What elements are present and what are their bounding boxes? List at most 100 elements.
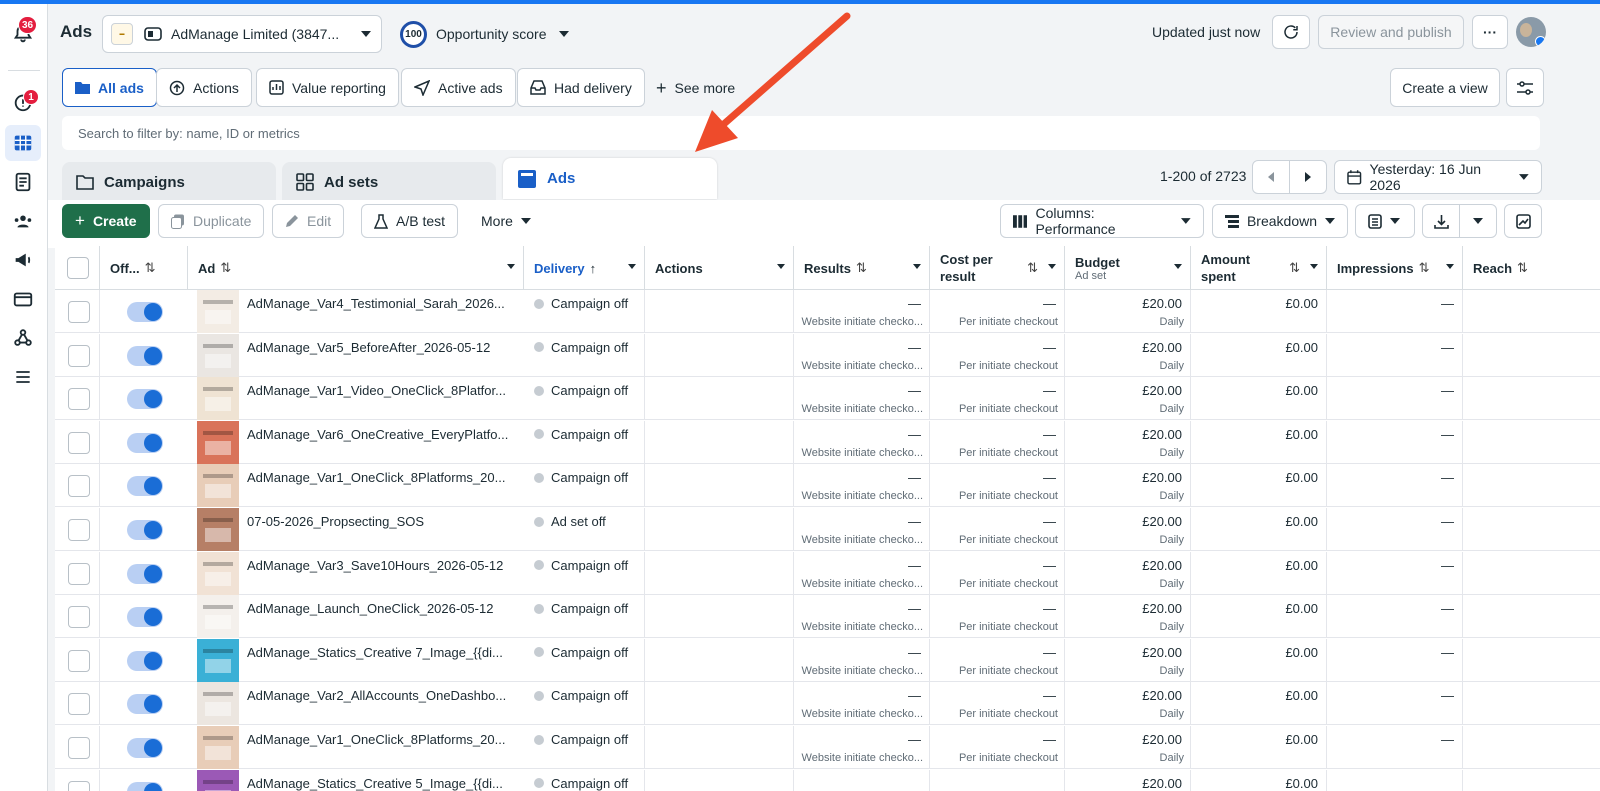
- tab-label: Ads: [547, 170, 576, 187]
- col-offon[interactable]: Off... ⇅: [100, 246, 188, 290]
- table-row[interactable]: AdManage_Var1_OneClick_8Platforms_20... C…: [55, 464, 1600, 508]
- row-checkbox[interactable]: [68, 562, 90, 585]
- row-checkbox[interactable]: [68, 431, 90, 454]
- table-row[interactable]: AdManage_Statics_Creative 7_Image_{{di..…: [55, 638, 1600, 682]
- events-icon[interactable]: [5, 320, 41, 356]
- duplicate-button[interactable]: Duplicate: [158, 204, 265, 238]
- row-checkbox[interactable]: [68, 780, 90, 791]
- ab-test-button[interactable]: A/B test: [361, 204, 459, 238]
- col-budget[interactable]: Budget Ad set: [1065, 246, 1191, 290]
- export-options-button[interactable]: [1459, 204, 1497, 238]
- col-reach[interactable]: Reach ⇅: [1463, 246, 1600, 290]
- row-checkbox[interactable]: [68, 737, 90, 759]
- ad-toggle[interactable]: [127, 520, 163, 540]
- refresh-button[interactable]: [1272, 15, 1310, 49]
- row-checkbox[interactable]: [68, 606, 90, 629]
- tab-ads[interactable]: Ads: [503, 158, 717, 199]
- tab-campaigns[interactable]: Campaigns: [62, 162, 276, 202]
- ad-name[interactable]: AdManage_Statics_Creative 7_Image_{{di..…: [247, 645, 517, 660]
- col-amount-spent[interactable]: Amount spent ⇅: [1191, 246, 1327, 290]
- row-checkbox[interactable]: [68, 475, 90, 498]
- more-options-button[interactable]: ···: [1472, 15, 1508, 49]
- chip-all-ads[interactable]: All ads: [62, 68, 157, 107]
- col-results[interactable]: Results ⇅: [794, 246, 930, 290]
- chip-active-ads[interactable]: Active ads: [401, 68, 516, 107]
- row-checkbox[interactable]: [68, 301, 90, 323]
- reports-dropdown[interactable]: [1355, 204, 1415, 238]
- ad-toggle[interactable]: [127, 694, 163, 715]
- ad-toggle[interactable]: [127, 432, 163, 453]
- table-row[interactable]: 07-05-2026_Propsecting_SOS Ad set off — Web…: [55, 508, 1600, 551]
- prev-page-button[interactable]: [1252, 160, 1290, 194]
- col-ad[interactable]: Ad ⇅: [188, 246, 524, 290]
- ad-name[interactable]: AdManage_Var1_OneClick_8Platforms_20...: [247, 732, 517, 747]
- row-checkbox[interactable]: [68, 344, 90, 367]
- col-delivery[interactable]: Delivery ↑: [524, 246, 645, 290]
- account-selector[interactable]: ▬ AdManage Limited (3847...: [102, 15, 382, 53]
- table-row[interactable]: AdManage_Var1_Video_OneClick_8Platfor...…: [55, 377, 1600, 421]
- row-checkbox[interactable]: [68, 649, 90, 672]
- edit-button[interactable]: Edit: [272, 204, 345, 238]
- avatar[interactable]: [1516, 17, 1546, 47]
- table-row[interactable]: AdManage_Var2_AllAccounts_OneDashbo... Ca…: [55, 682, 1600, 726]
- ad-name[interactable]: AdManage_Var1_Video_OneClick_8Platfor...: [247, 383, 517, 398]
- tab-ad-sets[interactable]: Ad sets: [282, 162, 496, 202]
- create-view-button[interactable]: Create a view: [1390, 68, 1500, 107]
- ads-manager-table-icon[interactable]: [5, 125, 41, 161]
- table-row[interactable]: AdManage_Var4_Testimonial_Sarah_2026... C…: [55, 290, 1600, 333]
- ad-toggle[interactable]: [127, 607, 163, 628]
- ad-name[interactable]: AdManage_Var2_AllAccounts_OneDashbo...: [247, 688, 517, 703]
- chip-actions[interactable]: Actions: [156, 68, 252, 107]
- breakdown-dropdown[interactable]: Breakdown: [1212, 204, 1348, 238]
- row-checkbox[interactable]: [68, 519, 90, 541]
- row-checkbox[interactable]: [68, 388, 90, 411]
- ad-name[interactable]: AdManage_Var4_Testimonial_Sarah_2026...: [247, 296, 517, 311]
- select-all-checkbox[interactable]: [67, 257, 89, 279]
- ad-name[interactable]: AdManage_Var5_BeforeAfter_2026-05-12: [247, 340, 517, 355]
- opportunity-score-button[interactable]: 100 Opportunity score: [400, 20, 569, 48]
- ad-name[interactable]: AdManage_Var6_OneCreative_EveryPlatfo...: [247, 427, 517, 442]
- ad-name[interactable]: 07-05-2026_Propsecting_SOS: [247, 514, 517, 529]
- charts-button[interactable]: [1504, 204, 1542, 238]
- col-cost-per-result[interactable]: Cost per result ⇅: [930, 246, 1065, 290]
- ad-name[interactable]: AdManage_Var1_OneClick_8Platforms_20...: [247, 470, 517, 485]
- ad-toggle[interactable]: [127, 738, 163, 758]
- ad-toggle[interactable]: [127, 650, 163, 671]
- filter-settings-button[interactable]: [1506, 68, 1544, 107]
- ad-name[interactable]: AdManage_Var3_Save10Hours_2026-05-12: [247, 558, 517, 573]
- campaign-icon[interactable]: [5, 242, 41, 278]
- search-input[interactable]: Search to filter by: name, ID or metrics: [62, 116, 1540, 150]
- table-row[interactable]: AdManage_Var3_Save10Hours_2026-05-12 Camp…: [55, 551, 1600, 595]
- chip-value-reporting[interactable]: Value reporting: [256, 68, 399, 107]
- audiences-icon[interactable]: [5, 203, 41, 239]
- table-row[interactable]: AdManage_Statics_Creative 5_Image_{{di..…: [55, 769, 1600, 791]
- export-button[interactable]: [1422, 204, 1460, 238]
- billing-icon[interactable]: [5, 281, 41, 317]
- ad-toggle[interactable]: [127, 302, 163, 322]
- more-actions-button[interactable]: More: [469, 204, 543, 238]
- chip-had-delivery[interactable]: Had delivery: [517, 68, 645, 107]
- menu-icon[interactable]: [5, 359, 41, 395]
- chip-see-more[interactable]: + See more: [644, 68, 747, 107]
- ad-toggle[interactable]: [127, 476, 163, 497]
- date-range-picker[interactable]: Yesterday: 16 Jun 2026: [1334, 160, 1542, 194]
- create-button[interactable]: + Create: [62, 204, 150, 238]
- col-impressions[interactable]: Impressions ⇅: [1327, 246, 1463, 290]
- next-page-button[interactable]: [1289, 160, 1327, 194]
- table-row[interactable]: AdManage_Var5_BeforeAfter_2026-05-12 Camp…: [55, 333, 1600, 377]
- row-checkbox[interactable]: [68, 693, 90, 716]
- table-row[interactable]: AdManage_Var6_OneCreative_EveryPlatfo...…: [55, 420, 1600, 464]
- date-range-label: Yesterday: 16 Jun 2026: [1369, 161, 1482, 193]
- pages-icon[interactable]: [5, 164, 41, 200]
- ad-toggle[interactable]: [127, 389, 163, 410]
- table-row[interactable]: AdManage_Var1_OneClick_8Platforms_20... C…: [55, 726, 1600, 769]
- ad-toggle[interactable]: [127, 563, 163, 584]
- review-publish-button[interactable]: Review and publish: [1318, 15, 1464, 49]
- ad-toggle[interactable]: [127, 781, 163, 791]
- ad-name[interactable]: AdManage_Launch_OneClick_2026-05-12: [247, 601, 517, 616]
- table-row[interactable]: AdManage_Launch_OneClick_2026-05-12 Campa…: [55, 595, 1600, 639]
- col-actions[interactable]: Actions: [645, 246, 794, 290]
- columns-dropdown[interactable]: Columns: Performance: [1000, 204, 1204, 238]
- ad-name[interactable]: AdManage_Statics_Creative 5_Image_{{di..…: [247, 776, 517, 791]
- ad-toggle[interactable]: [127, 345, 163, 366]
